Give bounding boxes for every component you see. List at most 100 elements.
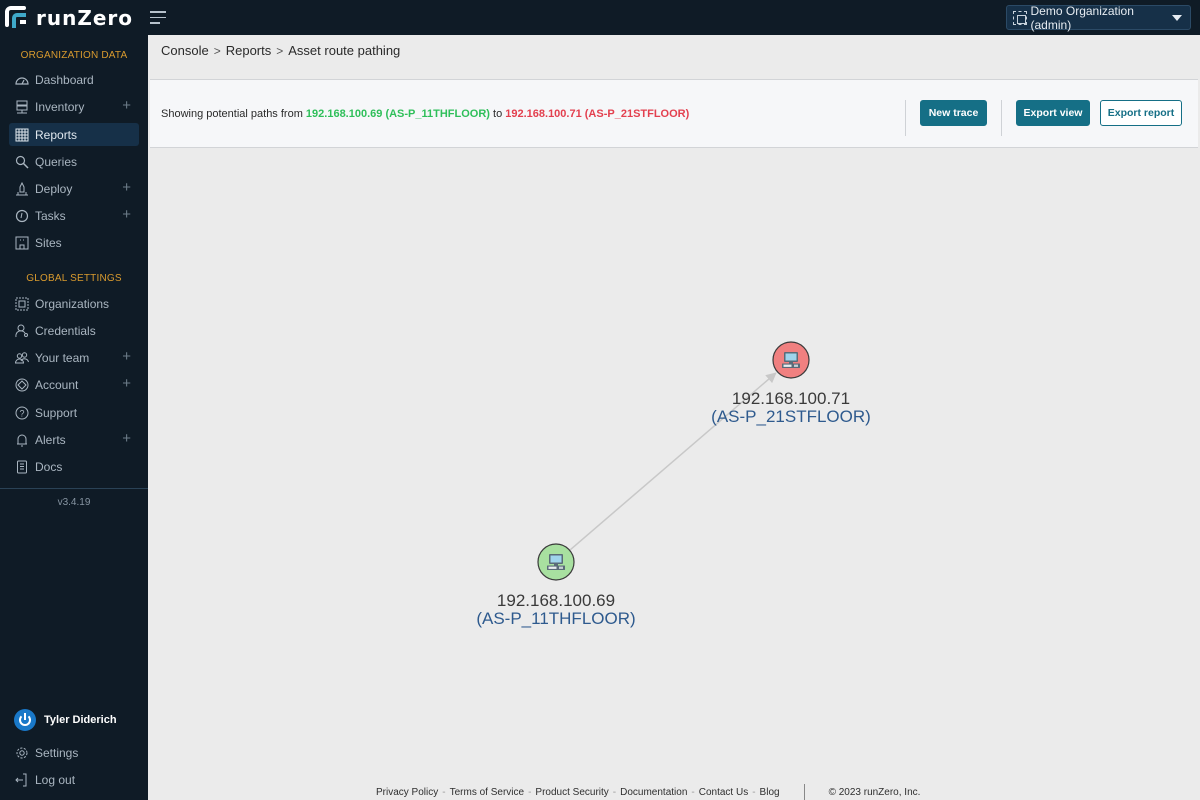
- top-bar: runZero Demo Organization (admin): [0, 0, 1200, 35]
- sidebar-item-label: Credentials: [35, 323, 96, 338]
- footer-link-privacy-policy[interactable]: Privacy Policy: [376, 787, 438, 798]
- avatar: [14, 709, 36, 731]
- version-label: v3.4.19: [57, 497, 91, 508]
- footer-link-blog[interactable]: Blog: [760, 787, 780, 798]
- menu-line: [150, 11, 166, 13]
- sidebar-item-label: Docs: [35, 459, 63, 474]
- footer-link-contact-us[interactable]: Contact Us: [699, 787, 748, 798]
- route-path-graph[interactable]: 192.168.100.69(AS-P_11THFLOOR)192.168.10…: [150, 149, 1200, 774]
- computer-icon: [782, 352, 800, 368]
- runzero-logo-icon: [5, 6, 26, 28]
- path-middle: to: [489, 108, 506, 120]
- divider: [905, 100, 906, 136]
- sidebar-item-label: Dashboard: [35, 72, 94, 87]
- sidebar-divider: [0, 488, 148, 489]
- breadcrumb-console[interactable]: Console: [161, 43, 209, 58]
- expand-plus-icon[interactable]: +: [122, 98, 131, 114]
- sidebar-item-support[interactable]: ? Support: [9, 401, 139, 424]
- footer-separator: -: [612, 786, 617, 798]
- support-icon: ?: [15, 406, 29, 420]
- sidebar-item-queries[interactable]: Queries: [9, 150, 139, 173]
- sidebar-item-settings[interactable]: Settings: [9, 741, 139, 764]
- footer-link-terms-of-service[interactable]: Terms of Service: [450, 787, 524, 798]
- path-info-bar: Showing potential paths from 192.168.100…: [150, 79, 1198, 148]
- nodes-layer: 192.168.100.69(AS-P_11THFLOOR)192.168.10…: [476, 341, 871, 628]
- section-title-global-settings: GLOBAL SETTINGS: [26, 273, 122, 284]
- expand-plus-icon[interactable]: +: [122, 431, 131, 447]
- team-icon: [15, 351, 29, 365]
- sidebar-item-label: Queries: [35, 154, 78, 169]
- sidebar-item-alerts[interactable]: Alerts +: [9, 428, 139, 451]
- user-name: Tyler Diderich: [44, 714, 117, 726]
- chevron-right-icon: >: [213, 43, 221, 58]
- sidebar-item-label: Deploy: [35, 181, 73, 196]
- graph-node-target[interactable]: 192.168.100.71(AS-P_21STFLOOR): [711, 341, 871, 426]
- sidebar-item-deploy[interactable]: Deploy +: [9, 177, 139, 200]
- sidebar-item-sites[interactable]: Sites: [9, 231, 139, 254]
- expand-plus-icon[interactable]: +: [122, 180, 131, 196]
- sidebar-item-organizations[interactable]: Organizations: [9, 292, 139, 315]
- menu-line: [150, 22, 160, 24]
- sidebar-toggle-button[interactable]: [150, 11, 168, 25]
- sidebar: ORGANIZATION DATA Dashboard Inventory + …: [0, 35, 148, 800]
- organization-selector[interactable]: Demo Organization (admin): [1006, 4, 1191, 32]
- sidebar-item-docs[interactable]: Docs: [9, 455, 139, 478]
- sidebar-item-log-out[interactable]: Log out: [9, 768, 139, 791]
- section-title-organization-data: ORGANIZATION DATA: [20, 50, 128, 61]
- footer-divider: [803, 784, 805, 800]
- node-hostname-label: (AS-P_11THFLOOR): [476, 609, 635, 628]
- copyright: © 2023 runZero, Inc.: [828, 786, 921, 798]
- node-ip-label: 192.168.100.71: [732, 389, 850, 408]
- breadcrumb: Console > Reports > Asset route pathing: [161, 43, 400, 58]
- computer-icon: [547, 554, 565, 570]
- sidebar-item-label: Tasks: [35, 208, 66, 223]
- runzero-logo[interactable]: runZero: [4, 4, 133, 32]
- inventory-icon: [15, 100, 29, 114]
- sidebar-item-credentials[interactable]: Credentials: [9, 319, 139, 342]
- divider: [1001, 100, 1002, 136]
- node-ip-label: 192.168.100.69: [497, 591, 615, 610]
- path-description: Showing potential paths from 192.168.100…: [161, 108, 689, 120]
- caret-down-icon: [1172, 14, 1182, 21]
- new-trace-button[interactable]: New trace: [920, 100, 987, 126]
- sidebar-item-label: Your team: [35, 350, 90, 365]
- organizations-icon: [15, 297, 29, 311]
- deploy-icon: [15, 181, 29, 196]
- footer-separator: -: [442, 786, 446, 798]
- gear-icon: [15, 746, 29, 760]
- footer-link-product-security[interactable]: Product Security: [535, 787, 608, 798]
- user-profile[interactable]: Tyler Diderich: [14, 709, 117, 731]
- graph-node-source[interactable]: 192.168.100.69(AS-P_11THFLOOR): [476, 543, 636, 628]
- organization-icon: [1013, 10, 1027, 25]
- sidebar-item-inventory[interactable]: Inventory +: [9, 95, 139, 118]
- brand-name: runZero: [36, 6, 134, 30]
- expand-plus-icon[interactable]: +: [122, 349, 131, 365]
- sidebar-item-label: Reports: [35, 127, 78, 142]
- expand-plus-icon[interactable]: +: [122, 376, 131, 392]
- footer-link-documentation[interactable]: Documentation: [620, 787, 687, 798]
- breadcrumb-reports[interactable]: Reports: [226, 43, 272, 58]
- sidebar-item-account[interactable]: Account +: [9, 373, 139, 396]
- tasks-icon: [15, 209, 29, 223]
- export-view-button[interactable]: Export view: [1016, 100, 1090, 126]
- node-hostname-label: (AS-P_21STFLOOR): [711, 407, 871, 426]
- footer-separator: -: [528, 786, 532, 798]
- expand-plus-icon[interactable]: +: [122, 207, 131, 223]
- sidebar-item-label: Account: [35, 377, 79, 392]
- reports-icon: [15, 128, 29, 142]
- sidebar-item-tasks[interactable]: Tasks +: [9, 204, 139, 227]
- path-source: 192.168.100.69 (AS-P_11THFLOOR): [305, 108, 490, 120]
- footer-separator: -: [691, 786, 695, 798]
- menu-line: [150, 16, 166, 18]
- account-icon: [15, 378, 29, 392]
- sidebar-item-reports[interactable]: Reports: [9, 123, 139, 146]
- export-report-button[interactable]: Export report: [1100, 100, 1182, 126]
- sidebar-item-label: Organizations: [35, 296, 110, 311]
- sidebar-item-label: Inventory: [35, 99, 85, 114]
- docs-icon: [15, 460, 29, 474]
- sidebar-item-dashboard[interactable]: Dashboard: [9, 68, 139, 91]
- sidebar-item-your-team[interactable]: Your team +: [9, 346, 139, 369]
- sidebar-item-label: Support: [35, 405, 78, 420]
- sites-icon: [15, 236, 29, 250]
- sidebar-item-label: Settings: [35, 745, 79, 760]
